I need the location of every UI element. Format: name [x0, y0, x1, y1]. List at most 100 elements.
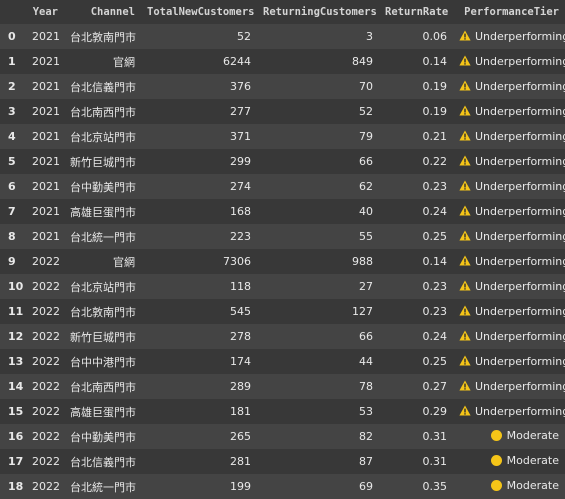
- warning-icon: [459, 380, 471, 394]
- cell-return-rate: 0.14: [422, 55, 448, 68]
- row-index: 12: [8, 330, 24, 343]
- table-row: 6 2021 台中勤美門市 274 62 0.23 Underperforming: [0, 174, 565, 199]
- cell-channel: 新竹巨城門市: [70, 330, 136, 344]
- warning-icon: [459, 55, 471, 69]
- warning-icon: [459, 255, 471, 269]
- cell-performance-tier: Underperforming: [453, 24, 565, 49]
- cell-performance-tier: Underperforming: [453, 224, 565, 249]
- performance-tier-label: Underperforming: [475, 255, 565, 268]
- cell-returning-customers: 127: [352, 305, 373, 318]
- cell-return-rate: 0.27: [422, 380, 448, 393]
- cell-year: 2021: [32, 30, 60, 43]
- cell-performance-tier: Underperforming: [453, 349, 565, 374]
- cell-year: 2022: [32, 330, 60, 343]
- cell-returning-customers: 62: [359, 180, 373, 193]
- cell-year: 2022: [32, 255, 60, 268]
- cell-return-rate: 0.19: [422, 105, 448, 118]
- table-row: 5 2021 新竹巨城門市 299 66 0.22 Underperforming: [0, 149, 565, 174]
- performance-tier-label: Underperforming: [475, 405, 565, 418]
- cell-return-rate: 0.21: [422, 130, 448, 143]
- cell-performance-tier: Moderate: [453, 474, 565, 499]
- performance-tier-label: Underperforming: [475, 130, 565, 143]
- cell-total-new-customers: 376: [230, 80, 251, 93]
- cell-returning-customers: 27: [359, 280, 373, 293]
- cell-performance-tier: Underperforming: [453, 249, 565, 274]
- table-body: 0 2021 台北敦南門市 52 3 0.06 Underperforming 1 2021 官網…: [0, 24, 565, 499]
- cell-return-rate: 0.25: [422, 230, 448, 243]
- performance-tier-label: Underperforming: [475, 30, 565, 43]
- cell-channel: 台北京站門市: [70, 280, 136, 294]
- performance-tier-label: Moderate: [506, 429, 559, 442]
- cell-returning-customers: 3: [366, 30, 373, 43]
- table-row: 16 2022 台中勤美門市 265 82 0.31 Moderate: [0, 424, 565, 449]
- cell-total-new-customers: 278: [230, 330, 251, 343]
- warning-icon: [459, 355, 471, 369]
- cell-return-rate: 0.31: [422, 455, 448, 468]
- warning-icon: [459, 105, 471, 119]
- cell-channel: 台中勤美門市: [70, 430, 136, 444]
- table-row: 4 2021 台北京站門市 371 79 0.21 Underperforming: [0, 124, 565, 149]
- row-index: 17: [8, 455, 24, 468]
- cell-return-rate: 0.14: [422, 255, 448, 268]
- cell-total-new-customers: 277: [230, 105, 251, 118]
- table-row: 14 2022 台北南西門市 289 78 0.27 Underperforming: [0, 374, 565, 399]
- yellow-circle-icon: [490, 430, 502, 441]
- cell-channel: 台北統一門市: [70, 480, 136, 494]
- table-row: 11 2022 台北敦南門市 545 127 0.23 Underperforming: [0, 299, 565, 324]
- performance-tier-label: Underperforming: [475, 80, 565, 93]
- dataframe-table: Year Channel TotalNewCustomers Returning…: [0, 0, 565, 499]
- performance-tier-label: Underperforming: [475, 230, 565, 243]
- cell-channel: 台北南西門市: [70, 105, 136, 119]
- cell-performance-tier: Underperforming: [453, 99, 565, 124]
- row-index: 10: [8, 280, 24, 293]
- performance-tier-label: Underperforming: [475, 205, 565, 218]
- cell-returning-customers: 82: [359, 430, 373, 443]
- performance-tier-label: Underperforming: [475, 380, 565, 393]
- cell-total-new-customers: 181: [230, 405, 251, 418]
- cell-return-rate: 0.23: [422, 280, 448, 293]
- cell-return-rate: 0.19: [422, 80, 448, 93]
- warning-icon: [459, 405, 471, 419]
- performance-tier-label: Underperforming: [475, 105, 565, 118]
- performance-tier-label: Moderate: [506, 454, 559, 467]
- cell-channel: 台中中港門市: [70, 355, 136, 369]
- cell-total-new-customers: 281: [230, 455, 251, 468]
- cell-performance-tier: Underperforming: [453, 299, 565, 324]
- cell-returning-customers: 40: [359, 205, 373, 218]
- cell-total-new-customers: 6244: [223, 55, 251, 68]
- cell-total-new-customers: 371: [230, 130, 251, 143]
- column-header-channel: Channel: [64, 0, 141, 24]
- table-row: 3 2021 台北南西門市 277 52 0.19 Underperforming: [0, 99, 565, 124]
- cell-performance-tier: Underperforming: [453, 149, 565, 174]
- column-header-total-new-customers: TotalNewCustomers: [141, 0, 257, 24]
- cell-year: 2021: [32, 180, 60, 193]
- row-index: 9: [8, 255, 16, 268]
- row-index: 15: [8, 405, 24, 418]
- cell-channel: 台中勤美門市: [70, 180, 136, 194]
- yellow-circle-icon: [490, 480, 502, 491]
- row-index: 1: [8, 55, 16, 68]
- performance-tier-label: Underperforming: [475, 155, 565, 168]
- table-row: 18 2022 台北統一門市 199 69 0.35 Moderate: [0, 474, 565, 499]
- column-header-year: Year: [26, 0, 64, 24]
- table-header: Year Channel TotalNewCustomers Returning…: [0, 0, 565, 24]
- cell-returning-customers: 79: [359, 130, 373, 143]
- row-index: 5: [8, 155, 16, 168]
- table-row: 15 2022 高雄巨蛋門市 181 53 0.29 Underperforming: [0, 399, 565, 424]
- cell-performance-tier: Underperforming: [453, 124, 565, 149]
- cell-return-rate: 0.25: [422, 355, 448, 368]
- warning-icon: [459, 155, 471, 169]
- table-row: 13 2022 台中中港門市 174 44 0.25 Underperforming: [0, 349, 565, 374]
- cell-year: 2022: [32, 405, 60, 418]
- cell-channel: 官網: [113, 255, 135, 269]
- cell-year: 2021: [32, 155, 60, 168]
- cell-returning-customers: 70: [359, 80, 373, 93]
- cell-performance-tier: Underperforming: [453, 74, 565, 99]
- row-index: 0: [8, 30, 16, 43]
- cell-total-new-customers: 52: [237, 30, 251, 43]
- row-index: 6: [8, 180, 16, 193]
- cell-returning-customers: 55: [359, 230, 373, 243]
- row-index: 2: [8, 80, 16, 93]
- row-index: 18: [8, 480, 24, 493]
- cell-year: 2022: [32, 305, 60, 318]
